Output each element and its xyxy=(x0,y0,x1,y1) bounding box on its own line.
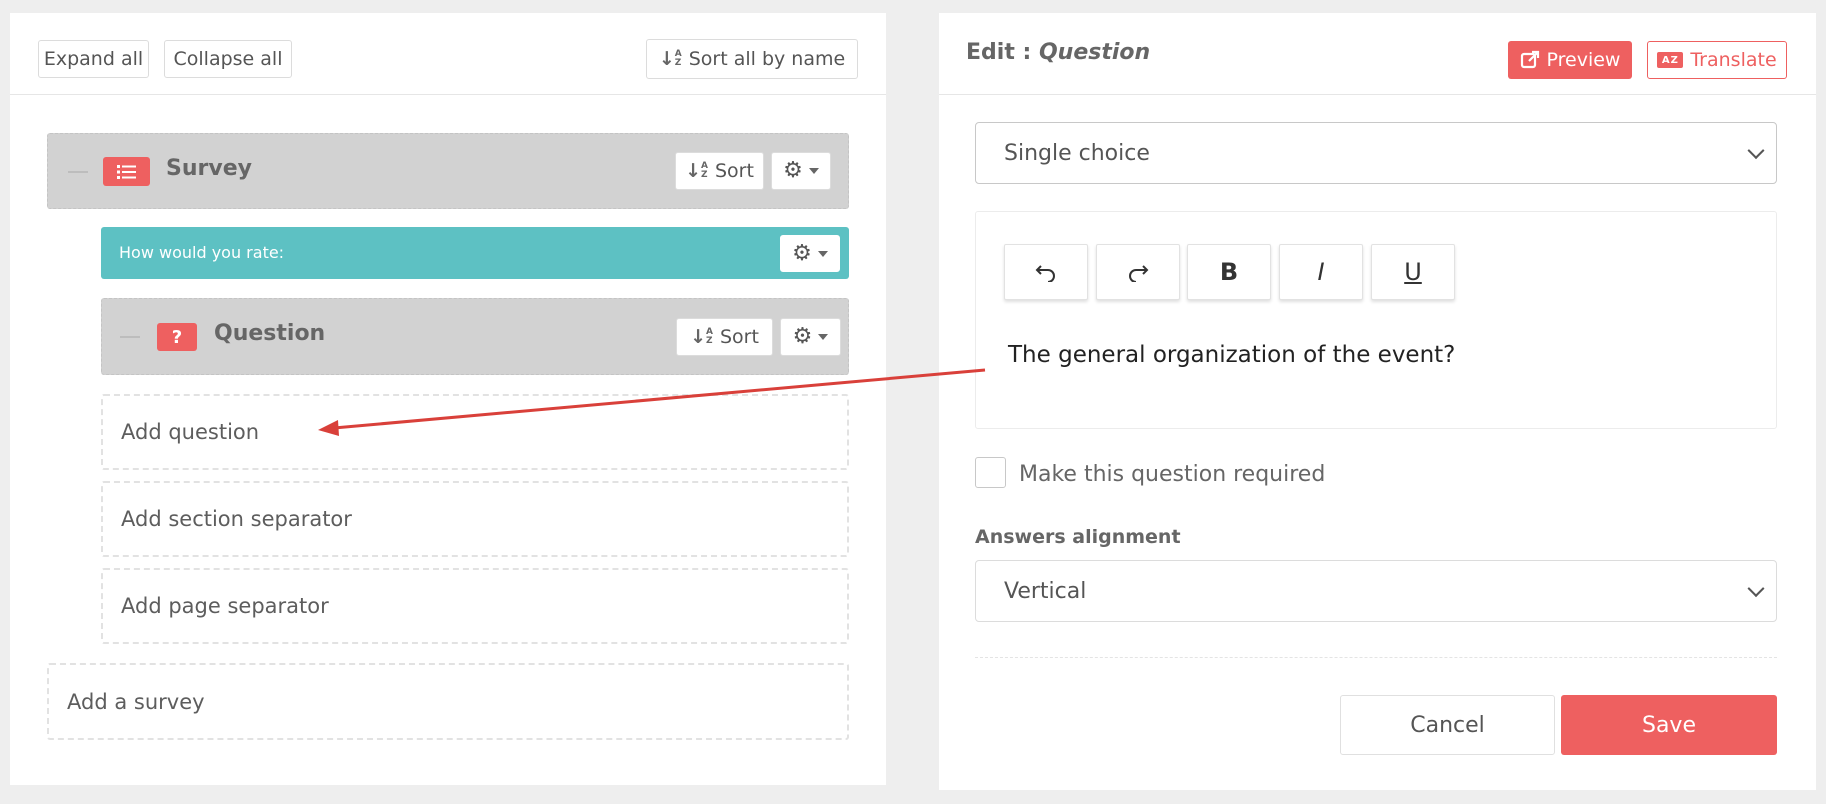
required-label[interactable]: Make this question required xyxy=(1019,462,1325,487)
bold-button[interactable]: B xyxy=(1187,244,1271,300)
chevron-down-icon xyxy=(1747,142,1765,160)
question-text[interactable]: The general organization of the event? xyxy=(1008,342,1455,368)
gear-icon: ⚙ xyxy=(783,158,803,183)
rich-text-editor: B I U The general organization of the ev… xyxy=(975,211,1777,429)
survey-title: Survey xyxy=(166,156,252,181)
undo-button[interactable] xyxy=(1004,244,1088,300)
sort-alpha-icon: ↓ A Z xyxy=(685,160,708,182)
add-survey-slot[interactable]: Add a survey xyxy=(47,663,849,740)
label-settings-dropdown[interactable]: ⚙ xyxy=(780,235,840,272)
form-divider xyxy=(975,657,1777,658)
italic-icon: I xyxy=(1317,258,1325,286)
answers-alignment-select[interactable]: Vertical xyxy=(975,560,1777,622)
caret-down-icon xyxy=(818,334,829,340)
label-item-text: How would you rate: xyxy=(119,243,285,262)
label-item-block[interactable]: How would you rate: ⚙ xyxy=(101,227,849,279)
survey-settings-dropdown[interactable]: ⚙ xyxy=(771,152,831,190)
underline-button[interactable]: U xyxy=(1371,244,1455,300)
expand-all-button[interactable]: Expand all xyxy=(38,40,149,78)
question-icon: ? xyxy=(157,323,197,351)
undo-icon xyxy=(1035,265,1055,282)
preview-button[interactable]: Preview xyxy=(1508,41,1632,79)
gear-icon: ⚙ xyxy=(792,240,812,266)
add-section-separator-slot[interactable]: Add section separator xyxy=(101,481,849,557)
caret-down-icon xyxy=(817,250,828,257)
underline-icon: U xyxy=(1404,258,1422,286)
translate-icon: AZ xyxy=(1657,52,1684,68)
question-settings-dropdown[interactable]: ⚙ xyxy=(780,318,841,356)
edit-panel: Edit : Question Preview AZ Translate Sin… xyxy=(939,13,1816,790)
question-sort-button[interactable]: ↓ A Z Sort xyxy=(676,318,773,356)
cancel-button[interactable]: Cancel xyxy=(1340,695,1555,755)
add-page-separator-slot[interactable]: Add page separator xyxy=(101,568,849,644)
edit-panel-header: Edit : Question Preview AZ Translate xyxy=(939,13,1816,95)
bold-icon: B xyxy=(1219,258,1239,286)
question-title: Question xyxy=(214,321,326,346)
redo-icon xyxy=(1129,265,1149,282)
translate-button[interactable]: AZ Translate xyxy=(1647,41,1787,79)
sort-all-button[interactable]: ↓ A Z Sort all by name xyxy=(646,39,858,79)
redo-button[interactable] xyxy=(1096,244,1180,300)
add-question-slot[interactable]: Add question xyxy=(101,394,849,470)
collapse-survey-toggle[interactable] xyxy=(68,171,88,173)
caret-down-icon xyxy=(808,168,819,174)
survey-sort-button[interactable]: ↓ A Z Sort xyxy=(675,152,764,190)
list-icon xyxy=(103,157,150,186)
question-type-select[interactable]: Single choice xyxy=(975,122,1777,184)
structure-toolbar: Expand all Collapse all ↓ A Z Sort all by … xyxy=(10,13,886,95)
collapse-question-toggle[interactable] xyxy=(120,336,140,338)
sort-alpha-icon: ↓ A Z xyxy=(658,48,682,70)
save-button[interactable]: Save xyxy=(1561,695,1777,755)
required-checkbox[interactable] xyxy=(975,457,1006,488)
sort-alpha-icon: ↓ A Z xyxy=(690,326,713,348)
survey-block[interactable]: Survey ↓ A Z Sort ⚙ xyxy=(47,133,849,209)
collapse-all-button[interactable]: Collapse all xyxy=(164,40,292,78)
answers-alignment-label: Answers alignment xyxy=(975,526,1181,548)
external-link-icon xyxy=(1520,50,1539,69)
question-block[interactable]: ? Question ↓ A Z Sort ⚙ xyxy=(101,298,849,375)
structure-panel: Expand all Collapse all ↓ A Z Sort all by … xyxy=(10,13,886,785)
chevron-down-icon xyxy=(1747,580,1765,598)
edit-panel-title: Edit : Question xyxy=(966,40,1151,65)
italic-button[interactable]: I xyxy=(1279,244,1363,300)
gear-icon: ⚙ xyxy=(792,324,813,349)
